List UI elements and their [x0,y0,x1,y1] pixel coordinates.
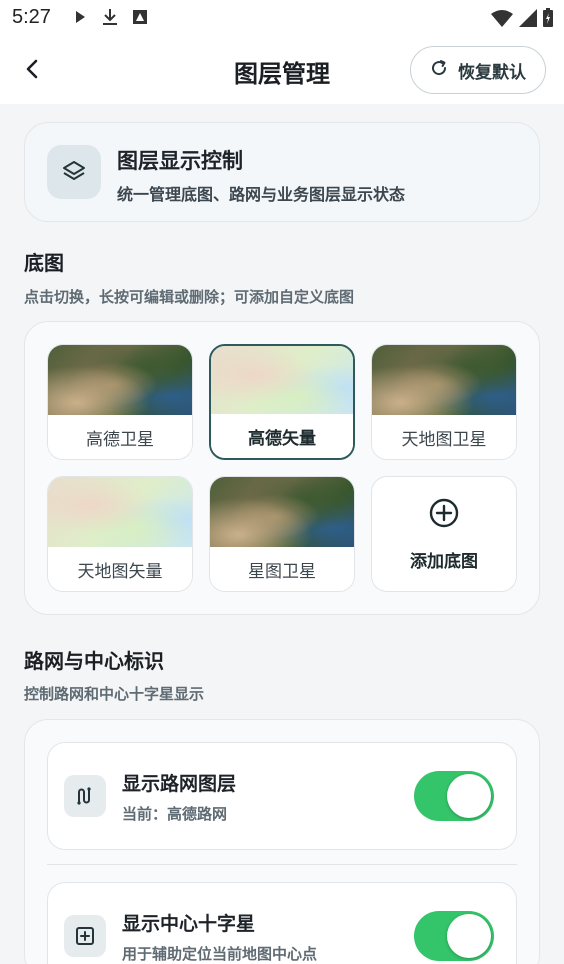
switch-knob [447,774,491,818]
add-basemap-label: 添加底图 [410,551,478,572]
basemap-tile-label: 高德卫星 [48,415,192,459]
reset-default-label: 恢复默认 [458,62,526,83]
basemap-section-subtitle: 点击切换，长按可编辑或删除；可添加自定义底图 [24,288,355,306]
layer-control-hero: 图层显示控制 统一管理底图、路网与业务图层显示状态 [24,122,540,222]
satellite-thumbnail [48,345,192,417]
road-layer-title: 显示路网图层 [122,773,237,795]
content: 图层显示控制 统一管理底图、路网与业务图层显示状态 底图 点击切换，长按可编辑或… [0,104,564,964]
basemap-tile-label: 高德矢量 [211,414,353,458]
play-icon [72,9,88,29]
center-crosshair-title: 显示中心十字星 [122,913,256,935]
basemap-tile-gaode-vector[interactable]: 高德矢量 [209,344,355,460]
status-icons-left [72,8,148,30]
basemap-tile-label: 星图卫星 [210,547,354,591]
basemap-section-title: 底图 [24,251,64,275]
road-layer-switch[interactable] [414,771,494,821]
hero-subtitle: 统一管理底图、路网与业务图层显示状态 [117,185,406,204]
center-crosshair-switch[interactable] [414,911,494,961]
battery-icon [542,8,554,32]
row-divider [47,864,517,865]
layers-icon [47,145,101,199]
wifi-icon [490,8,514,32]
toggle-row-center-crosshair: 显示中心十字星 用于辅助定位当前地图中心点 [47,882,517,964]
basemap-tile-xingtu-satellite[interactable]: 星图卫星 [209,476,355,592]
basemap-tile-label: 天地图卫星 [372,415,516,459]
road-toggle-card: 显示路网图层 当前：高德路网 显示中心十字星 用于辅助定位当前地图中心点 [24,719,540,964]
basemap-tile-gaode-satellite[interactable]: 高德卫星 [47,344,193,460]
plus-circle-icon [428,497,460,533]
status-icons-right [490,8,554,32]
status-time: 5:27 [12,6,51,28]
vector-thumbnail [48,477,192,549]
reset-default-button[interactable]: 恢复默认 [410,46,546,94]
back-button[interactable] [14,52,52,90]
satellite-thumbnail [210,477,354,549]
crosshair-box-icon [64,915,106,957]
road-section-title: 路网与中心标识 [24,649,164,673]
refresh-icon [430,59,448,81]
basemap-tile-tianditu-vector[interactable]: 天地图矢量 [47,476,193,592]
road-layer-subtitle: 当前：高德路网 [122,805,228,823]
back-arrow-icon [22,58,44,84]
satellite-thumbnail [372,345,516,417]
toggle-row-road-layer: 显示路网图层 当前：高德路网 [47,742,517,850]
signal-icon [518,8,538,32]
basemap-tile-tianditu-satellite[interactable]: 天地图卫星 [371,344,517,460]
image-icon [132,9,148,29]
app-bar: 图层管理 恢复默认 [0,38,564,104]
hero-title: 图层显示控制 [117,149,243,173]
route-icon [64,775,106,817]
road-section-subtitle: 控制路网和中心十字星显示 [24,685,205,703]
add-basemap-button[interactable]: 添加底图 [371,476,517,592]
basemap-grid: 高德卫星 高德矢量 天地图卫星 天地图矢量 星图卫星 添加底图 [24,321,540,615]
switch-knob [447,914,491,958]
download-icon [102,8,118,30]
status-bar: 5:27 [0,0,564,38]
center-crosshair-subtitle: 用于辅助定位当前地图中心点 [122,945,318,963]
screen: 5:27 图层管理 恢复默认 图层显示控制 统一管理底图、路网与业务图层显示状态… [0,0,564,964]
vector-thumbnail [211,346,353,418]
basemap-tile-label: 天地图矢量 [48,547,192,591]
